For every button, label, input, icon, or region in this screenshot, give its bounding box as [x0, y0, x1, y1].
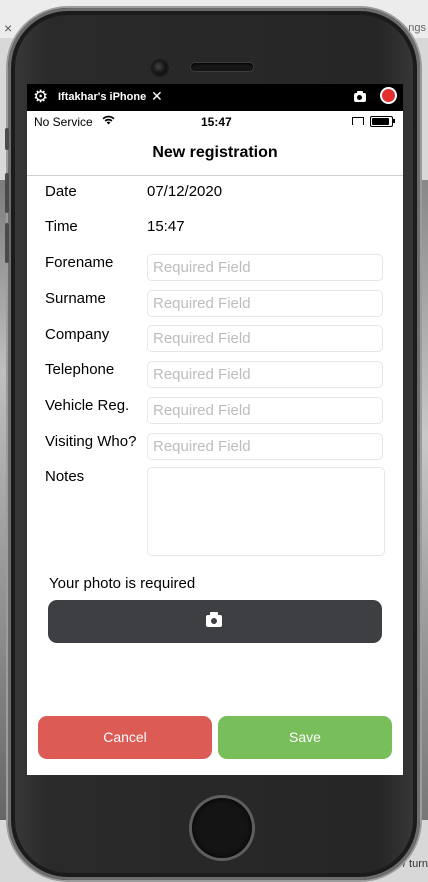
photo-required-label: Your photo is required [49, 575, 196, 592]
notes-label: Notes [45, 468, 85, 485]
earpiece-speaker [191, 63, 253, 71]
close-icon[interactable]: ✕ [151, 88, 163, 104]
wifi-icon [101, 114, 116, 128]
volume-down-button [5, 223, 9, 263]
airplay-icon [352, 117, 364, 125]
visiting-who-label: Visiting Who? [45, 433, 137, 450]
vehicle-reg-field[interactable] [147, 397, 383, 424]
save-button[interactable]: Save [218, 716, 392, 759]
cancel-button[interactable]: Cancel [38, 716, 212, 759]
phone-screen: ⚙ Iftakhar's iPhone ✕ No Service 15:47 N… [27, 84, 403, 775]
background-text-fragment: / turn [402, 858, 428, 870]
status-time: 15:47 [201, 115, 232, 129]
mute-switch [5, 128, 9, 150]
background-tab-fragment: ngs [408, 22, 426, 34]
date-value: 07/12/2020 [147, 183, 223, 200]
carrier-label: No Service [34, 115, 93, 129]
telephone-field[interactable] [147, 361, 383, 388]
company-label: Company [45, 326, 110, 343]
telephone-label: Telephone [45, 361, 115, 378]
record-icon[interactable] [382, 89, 395, 102]
camera-icon[interactable] [354, 91, 366, 102]
vehicle-reg-label: Vehicle Reg. [45, 397, 130, 414]
time-label: Time [45, 218, 78, 235]
page-title: New registration [152, 144, 278, 161]
battery-icon [370, 116, 393, 127]
front-camera [153, 61, 167, 75]
background-close-icon: × [4, 20, 13, 36]
take-photo-button[interactable] [48, 600, 382, 643]
notes-field[interactable] [147, 467, 385, 556]
nav-divider [27, 175, 403, 176]
time-value: 15:47 [147, 218, 185, 235]
mirroring-toolbar: ⚙ Iftakhar's iPhone ✕ [27, 84, 403, 111]
battery-tip [393, 119, 395, 123]
device-name: Iftakhar's iPhone [58, 91, 147, 103]
forename-label: Forename [45, 254, 114, 271]
gear-icon[interactable]: ⚙ [33, 88, 48, 106]
forename-field[interactable] [147, 254, 383, 281]
volume-up-button [5, 173, 9, 213]
surname-field[interactable] [147, 290, 383, 317]
surname-label: Surname [45, 290, 106, 307]
home-button[interactable] [192, 798, 252, 858]
date-label: Date [45, 183, 77, 200]
ios-status-bar: No Service 15:47 [27, 111, 403, 131]
camera-icon [206, 612, 222, 627]
company-field[interactable] [147, 325, 383, 352]
visiting-who-field[interactable] [147, 433, 383, 460]
